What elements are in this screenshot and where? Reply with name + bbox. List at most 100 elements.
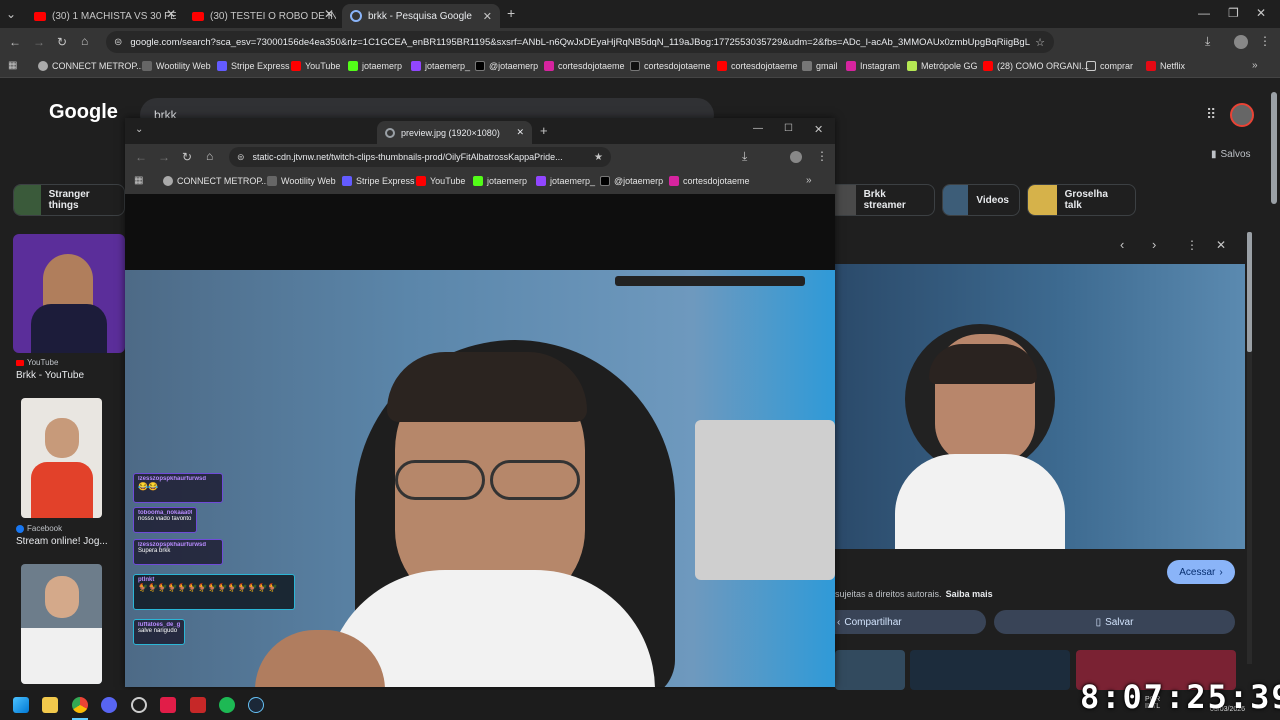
close-window-icon[interactable]: ✕ <box>814 123 823 136</box>
bookmark-item[interactable]: (28) COMO ORGANI... <box>983 61 1089 71</box>
tab-search-icon[interactable]: ⌄ <box>6 7 16 21</box>
result-image[interactable] <box>13 234 125 353</box>
account-avatar[interactable] <box>1230 103 1254 127</box>
tab-2[interactable]: brkk - Pesquisa Google ✕ <box>342 4 500 28</box>
popup-tab[interactable]: preview.jpg (1920×1080) ✕ <box>377 121 532 144</box>
more-bookmarks-icon[interactable]: » <box>1252 60 1258 71</box>
bookmark-item[interactable]: jotaemerp <box>348 61 402 71</box>
forward-icon[interactable]: → <box>158 150 170 164</box>
more-options-icon[interactable]: ⋮ <box>1186 238 1198 252</box>
bookmark-item[interactable]: Instagram <box>846 61 900 71</box>
close-tab-icon[interactable]: ✕ <box>324 7 334 21</box>
bookmark-item[interactable]: cortesdojotaeme <box>544 61 625 71</box>
tab-0[interactable]: (30) 1 MACHISTA VS 30 FEMI 🔊 <box>26 4 176 28</box>
bookmark-item[interactable]: Metrópole GG <box>907 61 978 71</box>
panel-scrollbar-thumb[interactable] <box>1247 232 1252 352</box>
apps-grid-icon[interactable]: ▦ <box>8 60 17 71</box>
next-icon[interactable]: › <box>1152 237 1156 252</box>
more-bookmarks-icon[interactable]: » <box>806 175 812 186</box>
minimize-icon[interactable]: — <box>1198 6 1210 20</box>
panel-preview-image[interactable] <box>835 264 1245 549</box>
saved-link[interactable]: ▮ Salvos <box>1211 149 1251 160</box>
result-title[interactable]: Brkk - YouTube <box>16 370 84 381</box>
learn-more-link[interactable]: Saiba mais <box>946 589 993 599</box>
profile-avatar[interactable] <box>1234 35 1248 49</box>
chip-stranger-things[interactable]: Stranger things <box>13 184 125 216</box>
file-explorer-icon[interactable] <box>42 697 58 713</box>
discord-icon[interactable] <box>101 697 117 713</box>
bookmark-item[interactable]: Stripe Express <box>217 61 290 71</box>
bookmark-item[interactable]: Netflix <box>1146 61 1185 71</box>
app-red-icon[interactable] <box>190 697 206 713</box>
maximize-icon[interactable]: ❐ <box>1228 6 1239 20</box>
back-icon[interactable]: ← <box>9 35 21 49</box>
bookmark-item[interactable]: jotaemerp <box>473 176 527 186</box>
result-image[interactable] <box>21 564 102 684</box>
panel-scrollbar[interactable] <box>1247 232 1252 664</box>
stream-preview-image[interactable] <box>125 270 835 687</box>
profile-avatar[interactable] <box>790 151 802 163</box>
tab-1[interactable]: (30) TESTEI O ROBO DE INVEST <box>184 4 336 28</box>
bookmark-star-icon[interactable]: ☆ <box>1035 36 1045 49</box>
back-icon[interactable]: ← <box>135 150 147 164</box>
bookmark-item[interactable]: gmail <box>802 61 838 71</box>
close-tab-icon[interactable]: ✕ <box>166 7 176 21</box>
bookmark-item[interactable]: @jotaemerp <box>600 176 663 186</box>
related-image[interactable] <box>910 650 1070 690</box>
bookmark-item[interactable]: CONNECT METROP... <box>163 176 269 186</box>
tab-search-icon[interactable]: ⌄ <box>135 124 143 135</box>
menu-icon[interactable]: ⋮ <box>1259 34 1271 48</box>
address-bar[interactable]: ⊜ google.com/search?sca_esv=73000156de4e… <box>106 31 1054 53</box>
new-tab-icon[interactable]: + <box>507 5 515 21</box>
result-image[interactable] <box>21 398 102 518</box>
home-icon[interactable]: ⌂ <box>81 34 88 48</box>
reload-icon[interactable]: ↻ <box>57 35 67 49</box>
google-apps-icon[interactable]: ⠿ <box>1206 106 1216 123</box>
chip-videos[interactable]: Videos <box>942 184 1020 216</box>
steam-icon[interactable] <box>248 697 264 713</box>
app-a-icon[interactable] <box>160 697 176 713</box>
bookmark-item[interactable]: jotaemerp_ <box>411 61 470 71</box>
download-icon[interactable]: ⤓ <box>1205 34 1210 49</box>
bookmark-item[interactable]: YouTube <box>416 176 465 186</box>
minimize-icon[interactable]: — <box>753 123 763 134</box>
new-tab-icon[interactable]: + <box>540 123 548 138</box>
bookmark-item[interactable]: @jotaemerp <box>475 61 538 71</box>
site-info-icon[interactable]: ⊜ <box>114 37 122 48</box>
previous-icon[interactable]: ‹ <box>1120 237 1124 252</box>
share-button[interactable]: ‹ Compartilhar <box>835 610 986 634</box>
visit-button[interactable]: Acessar › <box>1167 560 1235 584</box>
site-info-icon[interactable]: ⊜ <box>237 152 245 163</box>
close-panel-icon[interactable]: ✕ <box>1216 238 1226 252</box>
bookmark-item[interactable]: cortesdojotaeme <box>630 61 711 71</box>
related-image[interactable] <box>835 650 905 690</box>
home-icon[interactable]: ⌂ <box>206 149 213 163</box>
bookmark-item[interactable]: YouTube <box>291 61 340 71</box>
maximize-icon[interactable]: ☐ <box>784 123 793 134</box>
bookmark-item[interactable]: comprar <box>1086 61 1133 71</box>
popup-address-bar[interactable]: ⊜ static-cdn.jtvnw.net/twitch-clips-thum… <box>229 147 611 167</box>
page-scrollbar-thumb[interactable] <box>1271 92 1277 204</box>
apps-grid-icon[interactable]: ▦ <box>134 175 143 186</box>
bookmark-item[interactable]: Wootility Web <box>267 176 336 186</box>
chip-brkk-streamer[interactable]: Brkk streamer <box>834 184 935 216</box>
close-tab-icon[interactable]: ✕ <box>516 127 524 138</box>
bookmark-star-icon[interactable]: ★ <box>594 152 603 163</box>
forward-icon[interactable]: → <box>33 35 45 49</box>
close-window-icon[interactable]: ✕ <box>1256 6 1266 20</box>
clock-app-icon[interactable] <box>131 697 147 713</box>
bookmark-item[interactable]: cortesdojotaeme <box>717 61 798 71</box>
chip-groselha-talk[interactable]: Groselha talk <box>1027 184 1136 216</box>
windows-start-icon[interactable] <box>13 697 29 713</box>
bookmark-item[interactable]: Wootility Web <box>142 61 211 71</box>
result-title[interactable]: Stream online! Jog... <box>16 536 108 547</box>
download-icon[interactable]: ⤓ <box>742 149 747 164</box>
google-logo[interactable]: Google <box>49 101 118 124</box>
chrome-icon[interactable] <box>72 697 88 713</box>
save-button[interactable]: ▯ Salvar <box>994 610 1235 634</box>
reload-icon[interactable]: ↻ <box>182 150 192 164</box>
bookmark-item[interactable]: Stripe Express <box>342 176 415 186</box>
menu-icon[interactable]: ⋮ <box>816 149 828 163</box>
spotify-icon[interactable] <box>219 697 235 713</box>
bookmark-item[interactable]: jotaemerp_ <box>536 176 595 186</box>
